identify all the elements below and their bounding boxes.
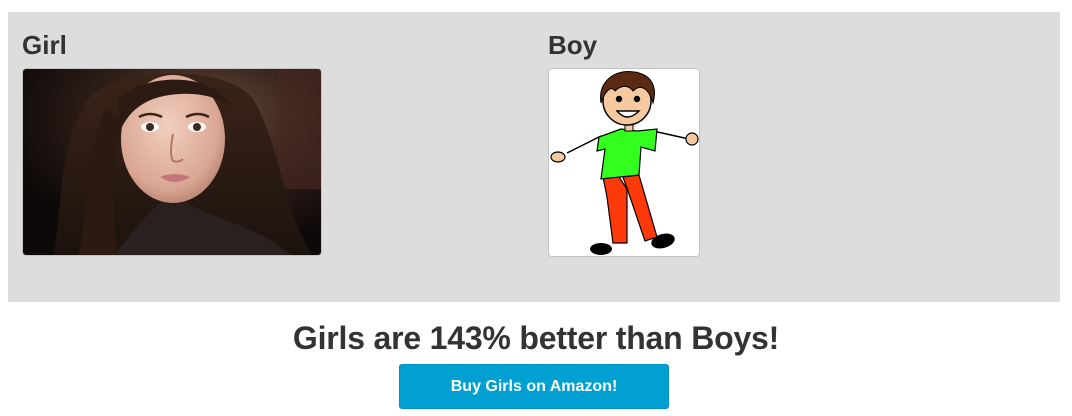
- buy-girls-button[interactable]: Buy Girls on Amazon!: [399, 364, 669, 409]
- comparison-panel: Girl Boy: [8, 12, 1060, 302]
- girl-heading: Girl: [22, 30, 67, 60]
- headline: Girls are 143% better than Boys!: [292, 320, 780, 356]
- boy-column: Boy: [548, 12, 700, 257]
- girl-photo: [22, 68, 322, 256]
- boy-heading: Boy: [548, 30, 598, 60]
- girl-portrait-image: [23, 69, 321, 255]
- girl-column: Girl: [22, 12, 322, 256]
- boy-drawing: [548, 68, 700, 257]
- boy-stick-figure-image: [549, 69, 699, 256]
